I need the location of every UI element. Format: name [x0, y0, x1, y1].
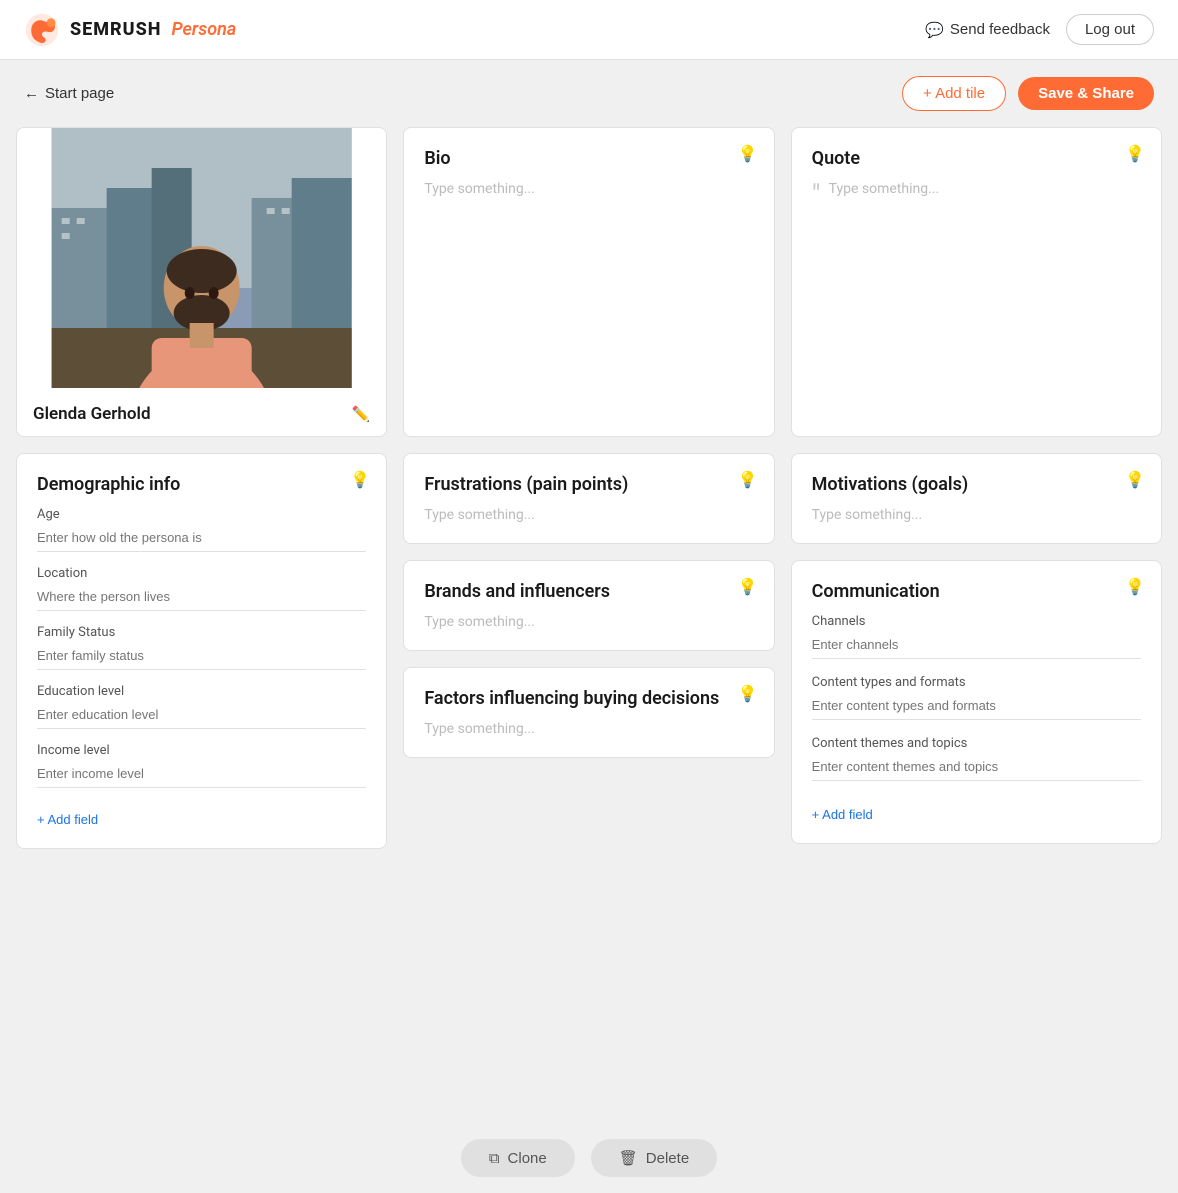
location-label: Location: [37, 566, 366, 581]
frustrations-card-placeholder[interactable]: Type something...: [424, 507, 753, 523]
main-content: Glenda Gerhold ✏️ 💡 Bio Type something..…: [0, 127, 1178, 929]
communication-card-title: Communication: [812, 581, 1141, 602]
toolbar: ← Start page + Add tile Save & Share: [0, 60, 1178, 127]
bio-card-title: Bio: [424, 148, 753, 169]
hint-icon-brands: 💡: [738, 577, 758, 596]
family-status-field: Family Status: [37, 625, 366, 670]
logo-brand: SEMRUSH: [70, 19, 161, 40]
quote-card-title: Quote: [812, 148, 1141, 169]
content-types-input[interactable]: [812, 694, 1141, 720]
save-share-button[interactable]: Save & Share: [1018, 77, 1154, 110]
channels-label: Channels: [812, 614, 1141, 629]
profile-name: Glenda Gerhold: [33, 404, 151, 424]
age-input[interactable]: [37, 526, 366, 552]
frustrations-card-title: Frustrations (pain points): [424, 474, 753, 495]
channels-input[interactable]: [812, 633, 1141, 659]
education-field: Education level: [37, 684, 366, 729]
education-input[interactable]: [37, 703, 366, 729]
hint-icon-bio: 💡: [738, 144, 758, 163]
cards-grid: Glenda Gerhold ✏️ 💡 Bio Type something..…: [16, 127, 1162, 849]
profile-name-section: Glenda Gerhold ✏️: [17, 392, 386, 436]
logout-button[interactable]: Log out: [1066, 14, 1154, 45]
location-input[interactable]: [37, 585, 366, 611]
profile-card: Glenda Gerhold ✏️: [16, 127, 387, 437]
demo-add-field-button[interactable]: + Add field: [37, 812, 98, 827]
back-arrow-icon: ←: [24, 85, 39, 102]
comm-add-field-button[interactable]: + Add field: [812, 807, 873, 822]
semrush-logo-icon: [24, 12, 60, 48]
brands-card: 💡 Brands and influencers Type something.…: [403, 560, 774, 651]
content-themes-input[interactable]: [812, 755, 1141, 781]
hint-icon-frustrations: 💡: [738, 470, 758, 489]
feedback-button[interactable]: 💬 Send feedback: [925, 21, 1050, 39]
education-label: Education level: [37, 684, 366, 699]
family-status-input[interactable]: [37, 644, 366, 670]
motivations-card: 💡 Motivations (goals) Type something...: [791, 453, 1162, 544]
buying-card-placeholder[interactable]: Type something...: [424, 721, 753, 737]
clone-label: Clone: [508, 1150, 547, 1167]
add-tile-button[interactable]: + Add tile: [902, 76, 1006, 111]
header-right: 💬 Send feedback Log out: [925, 14, 1154, 45]
hint-icon-buying: 💡: [738, 684, 758, 703]
toolbar-right: + Add tile Save & Share: [902, 76, 1154, 111]
hint-icon-demo: 💡: [350, 470, 370, 489]
income-input[interactable]: [37, 762, 366, 788]
delete-label: Delete: [646, 1150, 689, 1167]
income-field: Income level: [37, 743, 366, 788]
start-page-button[interactable]: ← Start page: [24, 85, 114, 102]
quote-card-placeholder[interactable]: Type something...: [829, 181, 940, 197]
header: SEMRUSH Persona 💬 Send feedback Log out: [0, 0, 1178, 60]
motivations-card-title: Motivations (goals): [812, 474, 1141, 495]
frustrations-card: 💡 Frustrations (pain points) Type someth…: [403, 453, 774, 544]
delete-icon: 🗑: [619, 1149, 638, 1167]
content-themes-label: Content themes and topics: [812, 736, 1141, 751]
brands-card-placeholder[interactable]: Type something...: [424, 614, 753, 630]
content-types-label: Content types and formats: [812, 675, 1141, 690]
hint-icon-communication: 💡: [1125, 577, 1145, 596]
bottom-bar: ⧉ Clone 🗑 Delete: [0, 1123, 1178, 1193]
bio-card: 💡 Bio Type something...: [403, 127, 774, 437]
logo-product: Persona: [171, 19, 236, 40]
quote-card: 💡 Quote " Type something...: [791, 127, 1162, 437]
right-column: 💡 Motivations (goals) Type something... …: [791, 453, 1162, 849]
motivations-card-placeholder[interactable]: Type something...: [812, 507, 1141, 523]
middle-column: 💡 Frustrations (pain points) Type someth…: [403, 453, 774, 849]
edit-icon[interactable]: ✏️: [352, 405, 371, 423]
feedback-label: Send feedback: [950, 21, 1050, 38]
brands-card-title: Brands and influencers: [424, 581, 753, 602]
age-field: Age: [37, 507, 366, 552]
demographic-card-title: Demographic info: [37, 474, 366, 495]
hint-icon-quote: 💡: [1125, 144, 1145, 163]
clone-button[interactable]: ⧉ Clone: [461, 1139, 575, 1177]
age-label: Age: [37, 507, 366, 522]
header-left: SEMRUSH Persona: [24, 12, 236, 48]
location-field: Location: [37, 566, 366, 611]
channels-field: Channels: [812, 614, 1141, 659]
income-label: Income level: [37, 743, 366, 758]
buying-card: 💡 Factors influencing buying decisions T…: [403, 667, 774, 758]
clone-icon: ⧉: [489, 1150, 500, 1167]
quote-content: " Type something...: [812, 181, 1141, 209]
profile-image: [17, 128, 386, 388]
content-themes-field: Content themes and topics: [812, 736, 1141, 781]
buying-card-title: Factors influencing buying decisions: [424, 688, 753, 709]
content-types-field: Content types and formats: [812, 675, 1141, 720]
delete-button[interactable]: 🗑 Delete: [591, 1139, 717, 1177]
family-status-label: Family Status: [37, 625, 366, 640]
hint-icon-motivations: 💡: [1125, 470, 1145, 489]
communication-card: 💡 Communication Channels Content types a…: [791, 560, 1162, 844]
bio-card-placeholder[interactable]: Type something...: [424, 181, 753, 197]
demographic-card: 💡 Demographic info Age Location Family S…: [16, 453, 387, 849]
quote-marks-icon: ": [812, 181, 821, 209]
start-page-label: Start page: [45, 85, 114, 102]
feedback-icon: 💬: [925, 21, 944, 39]
